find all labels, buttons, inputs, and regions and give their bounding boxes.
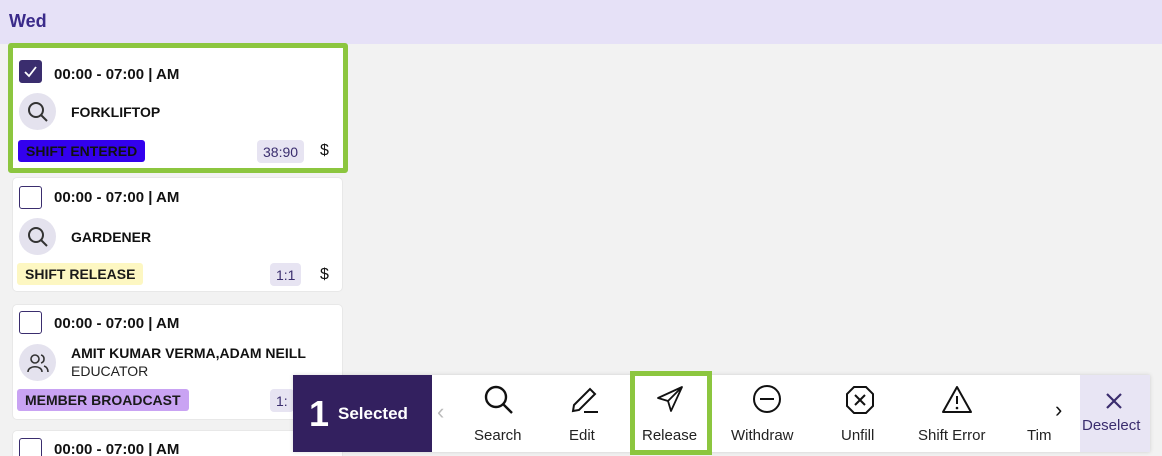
scroll-right-icon[interactable]: › bbox=[1055, 397, 1062, 423]
shift-time: 00:00 - 07:00 | AM bbox=[54, 441, 180, 456]
shift-checkbox[interactable] bbox=[19, 311, 42, 334]
deselect-label: Deselect bbox=[1082, 417, 1141, 434]
search-icon bbox=[484, 385, 513, 414]
pencil-icon bbox=[571, 387, 598, 413]
ratio-badge: 38:90 bbox=[257, 140, 305, 163]
close-icon bbox=[1106, 393, 1122, 409]
ratio-badge: 1: bbox=[270, 389, 294, 412]
time-button[interactable]: Tim bbox=[1025, 375, 1053, 452]
shift-checkbox[interactable] bbox=[19, 60, 42, 83]
search-label: Search bbox=[474, 427, 522, 444]
pay-icon: $ bbox=[320, 266, 329, 283]
shift-card[interactable]: 00:00 - 07:00 | AM GARDENER SHIFT RELEAS… bbox=[12, 177, 343, 292]
x-octagon-icon bbox=[846, 386, 874, 414]
avatar bbox=[19, 93, 56, 130]
shift-time: 00:00 - 07:00 | AM bbox=[54, 315, 180, 332]
day-header: Wed bbox=[0, 0, 1162, 44]
time-label: Tim bbox=[1027, 427, 1052, 444]
shift-role: FORKLIFTOP bbox=[71, 104, 161, 120]
release-highlight bbox=[630, 371, 712, 455]
shift-error-button[interactable]: Shift Error bbox=[913, 375, 1003, 452]
unfill-label: Unfill bbox=[841, 427, 875, 444]
status-badge: SHIFT ENTERED bbox=[18, 140, 146, 162]
shift-checkbox[interactable] bbox=[19, 186, 42, 209]
search-icon bbox=[28, 227, 48, 247]
scroll-left-icon[interactable]: ‹ bbox=[437, 399, 444, 425]
bulk-action-toolbar: 1 Selected ‹ Search Edit Release Withdra… bbox=[293, 371, 1150, 455]
selected-label: Selected bbox=[338, 404, 408, 423]
selection-count: 1 Selected bbox=[293, 375, 432, 452]
people-icon bbox=[27, 354, 49, 373]
status-badge: MEMBER BROADCAST bbox=[17, 389, 189, 411]
edit-label: Edit bbox=[569, 427, 595, 444]
withdraw-label: Withdraw bbox=[731, 427, 794, 444]
search-icon bbox=[28, 102, 48, 122]
shift-role: EDUCATOR bbox=[71, 363, 149, 379]
edit-button[interactable]: Edit bbox=[553, 375, 613, 452]
selected-count: 1 bbox=[309, 393, 330, 434]
shift-role: GARDENER bbox=[71, 229, 152, 245]
check-icon bbox=[24, 66, 37, 78]
shift-error-label: Shift Error bbox=[918, 427, 986, 444]
shift-card[interactable]: 00:00 - 07:00 | AM FORKLIFTOP SHIFT ENTE… bbox=[8, 43, 348, 173]
withdraw-button[interactable]: Withdraw bbox=[729, 375, 805, 452]
warning-icon bbox=[942, 386, 972, 413]
day-label: Wed bbox=[9, 11, 47, 31]
avatar bbox=[19, 344, 56, 381]
shift-time: 00:00 - 07:00 | AM bbox=[54, 189, 180, 206]
shift-members: AMIT KUMAR VERMA,ADAM NEILL bbox=[71, 345, 306, 361]
pay-icon: $ bbox=[320, 142, 329, 159]
unfill-button[interactable]: Unfill bbox=[833, 375, 893, 452]
minus-circle-icon bbox=[753, 385, 781, 413]
shift-time: 00:00 - 07:00 | AM bbox=[54, 66, 180, 83]
shift-checkbox[interactable] bbox=[19, 438, 42, 456]
ratio-badge: 1:1 bbox=[270, 263, 302, 286]
status-badge: SHIFT RELEASE bbox=[17, 263, 144, 285]
avatar bbox=[19, 218, 56, 255]
deselect-button[interactable]: Deselect bbox=[1080, 375, 1150, 452]
search-button[interactable]: Search bbox=[463, 375, 533, 452]
